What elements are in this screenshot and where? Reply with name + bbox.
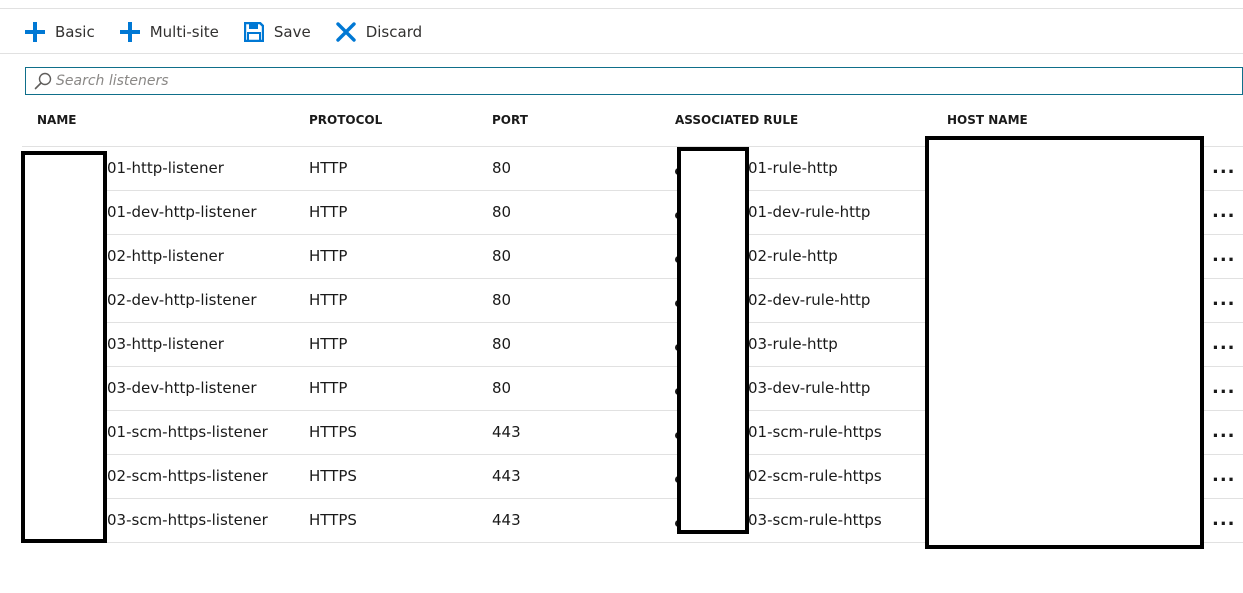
more-options-button[interactable]: ... <box>1212 465 1236 486</box>
toolbar-divider <box>0 53 1243 54</box>
save-icon <box>243 21 265 43</box>
listener-name[interactable]: 03-scm-https-listener <box>107 511 268 529</box>
listener-port: 80 <box>492 247 512 265</box>
more-options-button[interactable]: ... <box>1212 377 1236 398</box>
associated-rule[interactable]: 03-rule-http <box>748 335 838 353</box>
more-options-button[interactable]: ... <box>1212 509 1236 530</box>
associated-rule[interactable]: 01-rule-http <box>748 159 838 177</box>
top-divider <box>0 8 1243 9</box>
search-input[interactable] <box>54 69 1242 93</box>
discard-button[interactable]: Discard <box>335 16 422 48</box>
listener-name[interactable]: 01-dev-http-listener <box>107 203 257 221</box>
add-basic-button[interactable]: Basic <box>24 16 95 48</box>
associated-rule[interactable]: 01-dev-rule-http <box>748 203 870 221</box>
redaction-box-name <box>21 151 107 543</box>
discard-label: Discard <box>365 23 423 41</box>
search-icon <box>32 70 54 92</box>
plus-icon <box>24 21 46 43</box>
listener-port: 443 <box>492 423 521 441</box>
listener-protocol: HTTPS <box>309 511 357 529</box>
save-label: Save <box>273 23 311 41</box>
plus-icon <box>119 21 141 43</box>
add-multisite-label: Multi-site <box>149 23 219 41</box>
listener-port: 443 <box>492 467 521 485</box>
listener-name[interactable]: 03-http-listener <box>107 335 224 353</box>
redaction-box-rule <box>677 147 749 534</box>
listener-name[interactable]: 02-scm-https-listener <box>107 467 268 485</box>
column-header-name[interactable]: NAME <box>37 113 76 127</box>
associated-rule[interactable]: 02-rule-http <box>748 247 838 265</box>
add-multisite-button[interactable]: Multi-site <box>119 16 219 48</box>
more-options-button[interactable]: ... <box>1212 333 1236 354</box>
listener-name[interactable]: 01-scm-https-listener <box>107 423 268 441</box>
column-header-associated-rule[interactable]: ASSOCIATED RULE <box>675 113 798 127</box>
listener-protocol: HTTP <box>309 159 348 177</box>
listener-protocol: HTTP <box>309 335 348 353</box>
more-options-button[interactable]: ... <box>1212 421 1236 442</box>
listener-protocol: HTTP <box>309 291 348 309</box>
close-icon <box>335 21 357 43</box>
add-basic-label: Basic <box>55 23 95 41</box>
listener-protocol: HTTP <box>309 379 348 397</box>
listener-port: 80 <box>492 379 512 397</box>
associated-rule[interactable]: 01-scm-rule-https <box>748 423 882 441</box>
listener-protocol: HTTPS <box>309 423 357 441</box>
more-options-button[interactable]: ... <box>1212 245 1236 266</box>
associated-rule[interactable]: 02-dev-rule-http <box>748 291 870 309</box>
toolbar: Basic Multi-site Save Discard <box>24 16 446 48</box>
search-box <box>25 67 1243 95</box>
listener-protocol: HTTP <box>309 247 348 265</box>
listener-protocol: HTTPS <box>309 467 357 485</box>
associated-rule[interactable]: 03-dev-rule-http <box>748 379 870 397</box>
more-options-button[interactable]: ... <box>1212 201 1236 222</box>
save-button[interactable]: Save <box>243 16 311 48</box>
more-options-button[interactable]: ... <box>1212 157 1236 178</box>
more-options-button[interactable]: ... <box>1212 289 1236 310</box>
listener-port: 80 <box>492 203 512 221</box>
table-header: NAME PROTOCOL PORT ASSOCIATED RULE HOST … <box>0 104 1243 136</box>
column-header-host-name[interactable]: HOST NAME <box>947 113 1028 127</box>
redaction-box-host <box>925 136 1204 549</box>
listener-port: 443 <box>492 511 521 529</box>
listener-name[interactable]: 02-http-listener <box>107 247 224 265</box>
listener-port: 80 <box>492 159 512 177</box>
listener-name[interactable]: 02-dev-http-listener <box>107 291 257 309</box>
column-header-port[interactable]: PORT <box>492 113 528 127</box>
associated-rule[interactable]: 03-scm-rule-https <box>748 511 882 529</box>
listener-port: 80 <box>492 335 512 353</box>
listener-name[interactable]: 03-dev-http-listener <box>107 379 257 397</box>
column-header-protocol[interactable]: PROTOCOL <box>309 113 382 127</box>
listener-name[interactable]: 01-http-listener <box>107 159 224 177</box>
associated-rule[interactable]: 02-scm-rule-https <box>748 467 882 485</box>
listener-port: 80 <box>492 291 512 309</box>
listener-protocol: HTTP <box>309 203 348 221</box>
